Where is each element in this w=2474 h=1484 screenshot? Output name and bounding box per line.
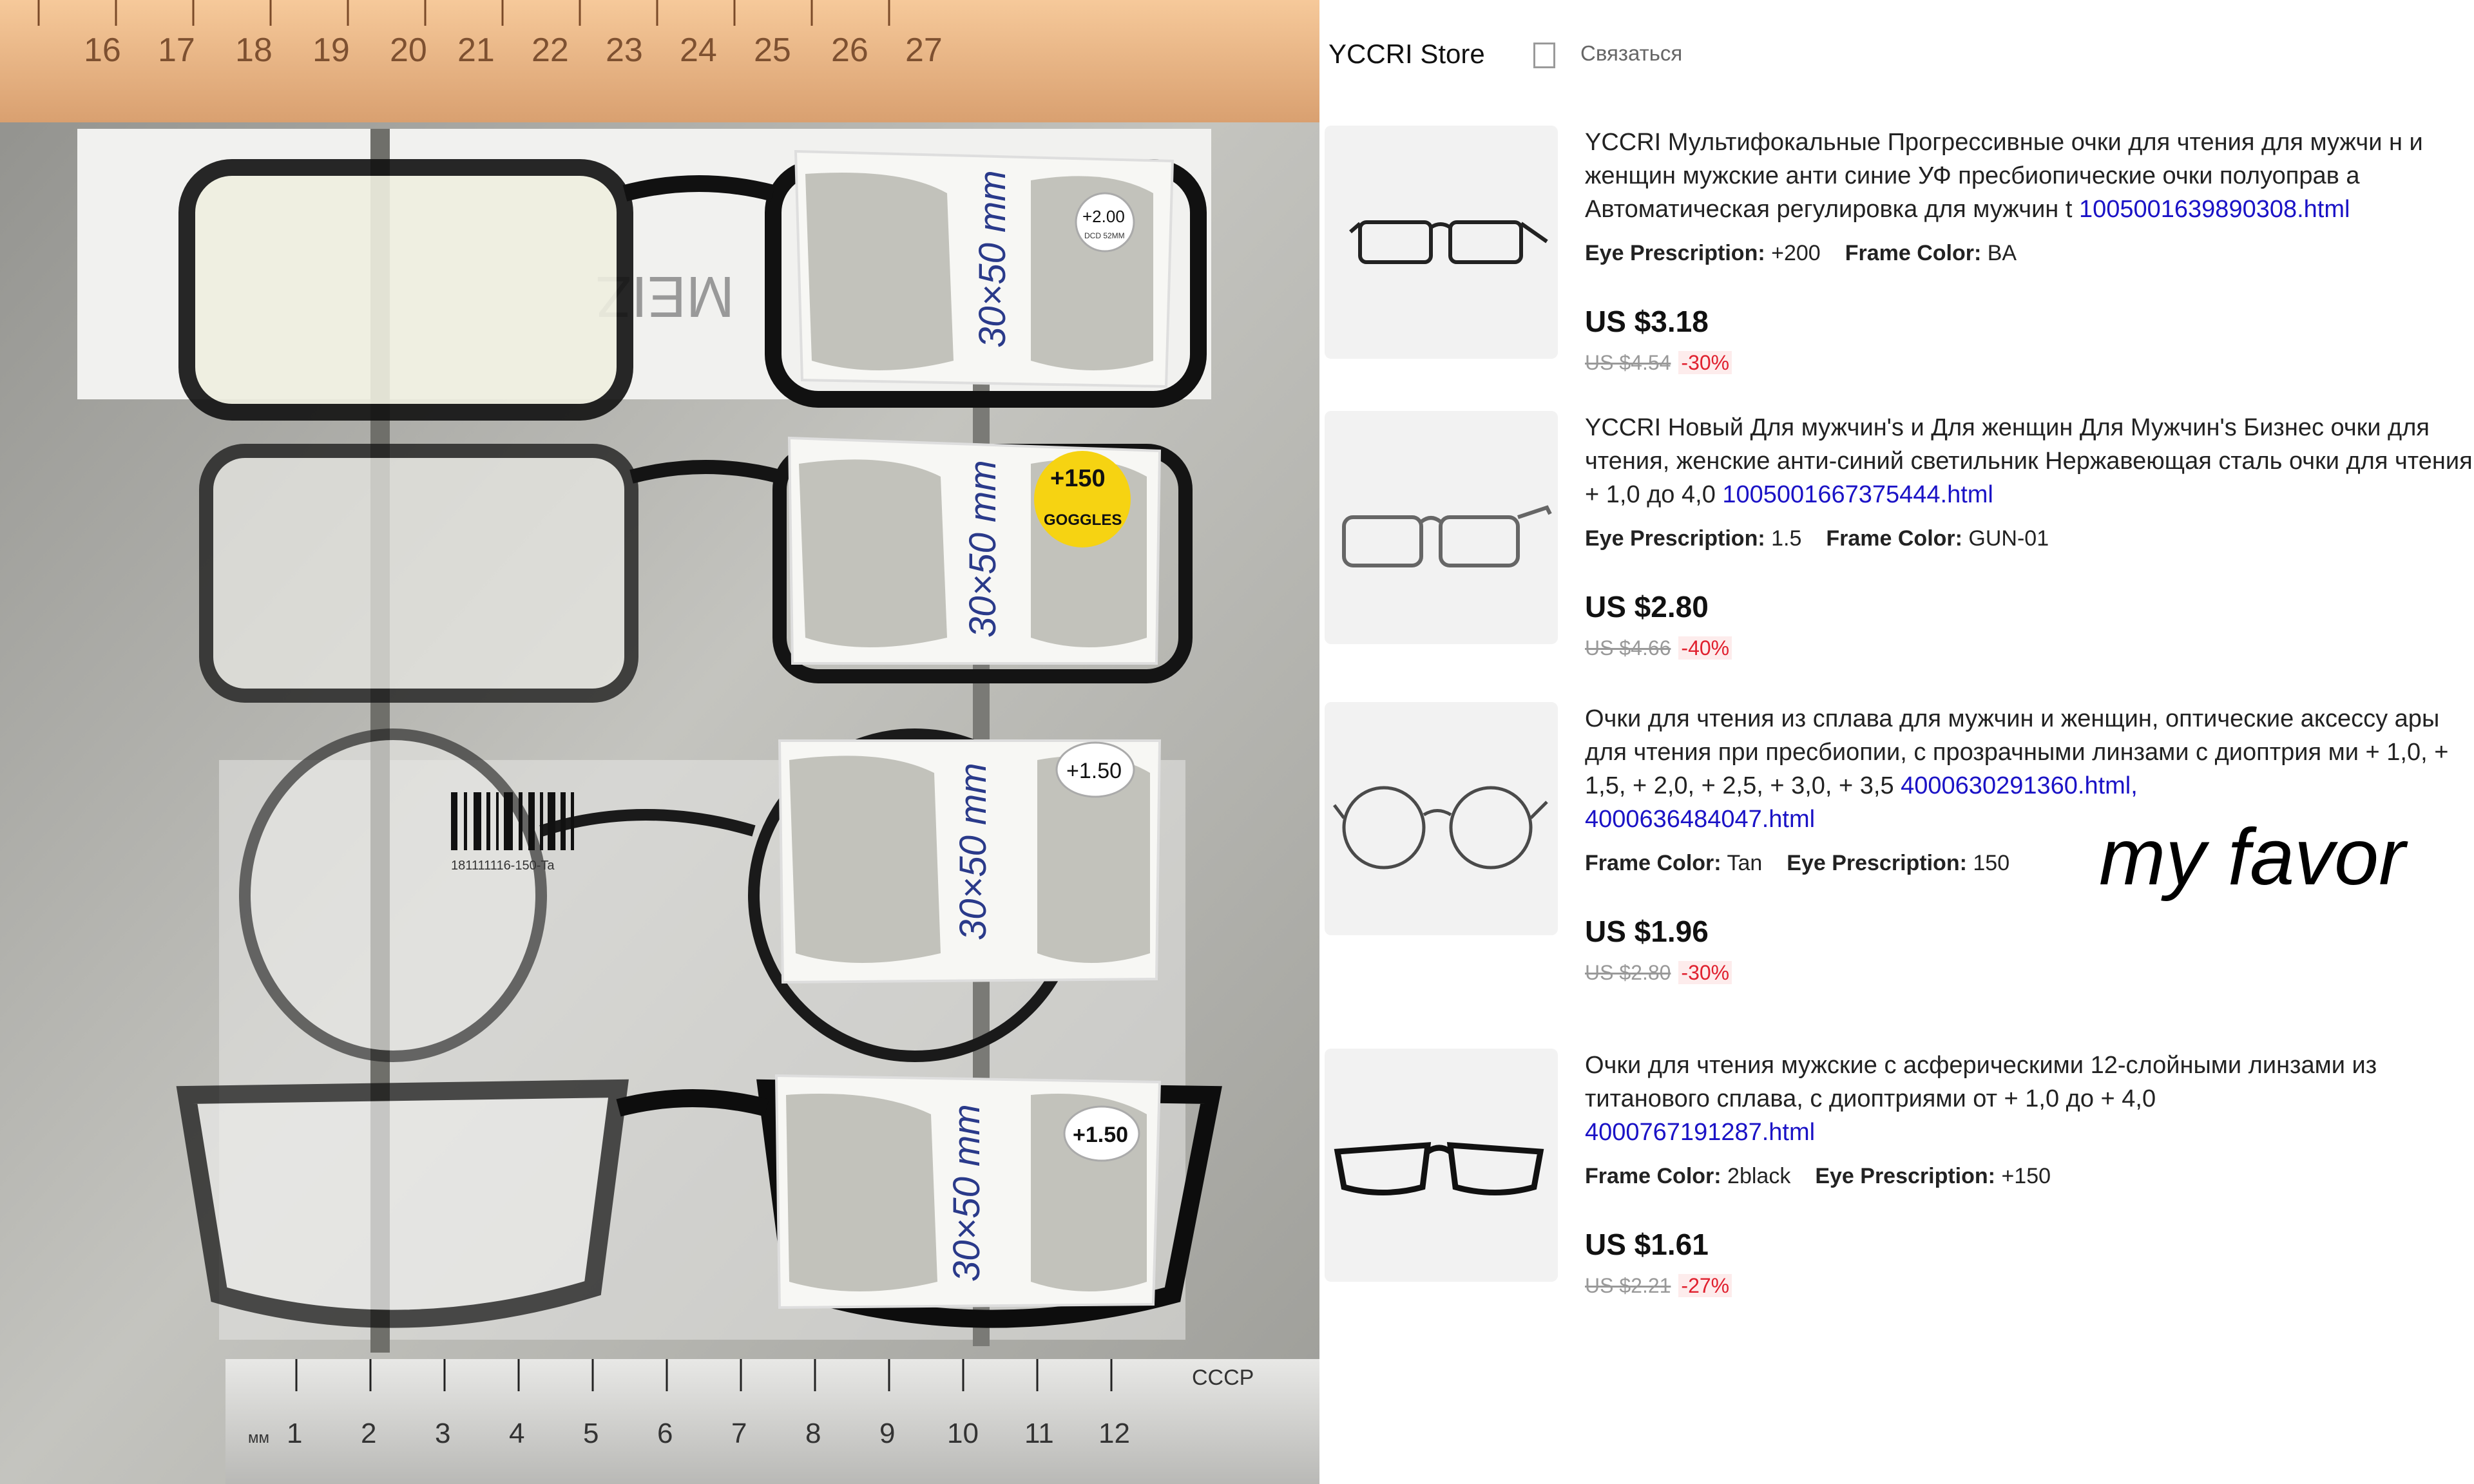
top-ruler-mark: 17: [158, 32, 195, 69]
lens-note-text: 30×50 mm: [972, 170, 1013, 348]
product-price: US $2.80: [1585, 590, 1709, 623]
bottom-ruler-mark: 9: [879, 1418, 895, 1449]
svg-text:+1.50: +1.50: [1073, 1123, 1128, 1147]
bottom-ruler-mark: 4: [509, 1418, 524, 1449]
bottom-ruler-prefix: мм: [248, 1429, 269, 1447]
lens-note-text: 30×50 mm: [962, 460, 1004, 638]
discount-badge: -30%: [1678, 961, 1732, 984]
bottom-ruler-mark: 1: [287, 1418, 302, 1449]
contact-seller-link[interactable]: Связаться: [1580, 41, 1682, 66]
top-ruler: [0, 0, 1319, 122]
product-title[interactable]: YCCRI Новый Для мужчин's и Для женщин Дл…: [1585, 411, 2474, 511]
bottom-ruler-mark: 2: [361, 1418, 376, 1449]
original-price: US $2.21: [1585, 1274, 1671, 1297]
product-price: US $1.96: [1585, 915, 1709, 948]
product-attributes: Eye Prescription: +200 Frame Color: BA: [1585, 241, 2017, 265]
product-title[interactable]: YCCRI Мультифокальные Прогрессивные очки…: [1585, 126, 2474, 226]
contact-checkbox[interactable]: [1533, 43, 1555, 68]
bottom-ruler-brand: СССР: [1192, 1365, 1254, 1390]
glasses-photo: 16 17 18 19 20 21 22 23 24 25 26 27 MEIZ: [0, 0, 1319, 1484]
product-thumbnail[interactable]: [1325, 1049, 1558, 1282]
svg-text:+150: +150: [1050, 465, 1106, 492]
bottom-ruler: [225, 1359, 1319, 1484]
product-attributes: Eye Prescription: 1.5 Frame Color: GUN-01: [1585, 526, 2049, 551]
bottom-ruler-mark: 6: [657, 1418, 673, 1449]
top-ruler-mark: 18: [235, 32, 273, 69]
bottom-ruler-mark: 5: [583, 1418, 599, 1449]
product-price: US $3.18: [1585, 305, 1709, 338]
store-name-link[interactable]: YCCRI Store: [1328, 39, 1485, 70]
bottom-ruler-mark: 12: [1098, 1418, 1130, 1449]
sticker-3: +1.50: [1055, 741, 1135, 798]
sticker-2: +150 GOGGLES: [1034, 451, 1131, 547]
product-attributes: Frame Color: 2black Eye Prescription: +15…: [1585, 1164, 2051, 1188]
lens-note-text: 30×50 mm: [946, 1104, 988, 1282]
bottom-ruler-mark: 7: [731, 1418, 747, 1449]
top-ruler-mark: 24: [680, 32, 717, 69]
bottom-ruler-mark: 10: [947, 1418, 979, 1449]
product-link-2[interactable]: 4000636484047.html: [1585, 806, 1815, 833]
discount-badge: -30%: [1678, 351, 1732, 374]
svg-text:DCD 52MM: DCD 52MM: [1084, 231, 1125, 240]
sticker-1: +2.00 DCD 52MM: [1075, 192, 1135, 252]
top-ruler-mark: 27: [905, 32, 943, 69]
svg-text:GOGGLES: GOGGLES: [1044, 511, 1122, 529]
lens-note-text: 30×50 mm: [952, 763, 994, 940]
bottom-ruler-mark: 8: [805, 1418, 821, 1449]
top-ruler-mark: 19: [312, 32, 350, 69]
product-thumbnail[interactable]: [1325, 126, 1558, 359]
bottom-ruler-mark: 11: [1024, 1418, 1054, 1449]
product-thumbnail[interactable]: [1325, 411, 1558, 644]
order-panel: YCCRI Store Связаться YCCRI Мультифокаль…: [1319, 0, 2474, 1484]
product-link[interactable]: 4000630291360.html,: [1901, 772, 2138, 799]
product-link[interactable]: 4000767191287.html: [1585, 1119, 1815, 1146]
product-thumbnail[interactable]: [1325, 702, 1558, 935]
top-ruler-mark: 21: [457, 32, 495, 69]
original-price: US $4.66: [1585, 636, 1671, 660]
discount-badge: -40%: [1678, 636, 1732, 660]
top-ruler-mark: 23: [606, 32, 643, 69]
svg-text:+1.50: +1.50: [1066, 759, 1122, 783]
top-ruler-mark: 25: [754, 32, 791, 69]
top-ruler-mark: 26: [831, 32, 868, 69]
bottom-ruler-mark: 3: [435, 1418, 450, 1449]
original-price: US $4.54: [1585, 351, 1671, 374]
sticker-4: +1.50: [1063, 1105, 1140, 1162]
discount-badge: -27%: [1678, 1274, 1732, 1297]
original-price: US $2.80: [1585, 961, 1671, 984]
product-price: US $1.61: [1585, 1228, 1709, 1261]
product-link[interactable]: 1005001639890308.html: [2079, 196, 2350, 223]
top-ruler-mark: 16: [84, 32, 121, 69]
top-ruler-mark: 20: [390, 32, 427, 69]
barcode-text: 181111116-150-Ta: [451, 859, 555, 873]
store-header: YCCRI Store Связаться: [1319, 0, 2474, 109]
top-ruler-mark: 22: [532, 32, 569, 69]
svg-text:+2.00: +2.00: [1082, 207, 1125, 226]
product-title[interactable]: Очки для чтения мужские с асферическими …: [1585, 1049, 2474, 1149]
product-link[interactable]: 1005001667375444.html: [1722, 481, 1993, 508]
handwritten-annotation: my favor: [2099, 813, 2406, 902]
